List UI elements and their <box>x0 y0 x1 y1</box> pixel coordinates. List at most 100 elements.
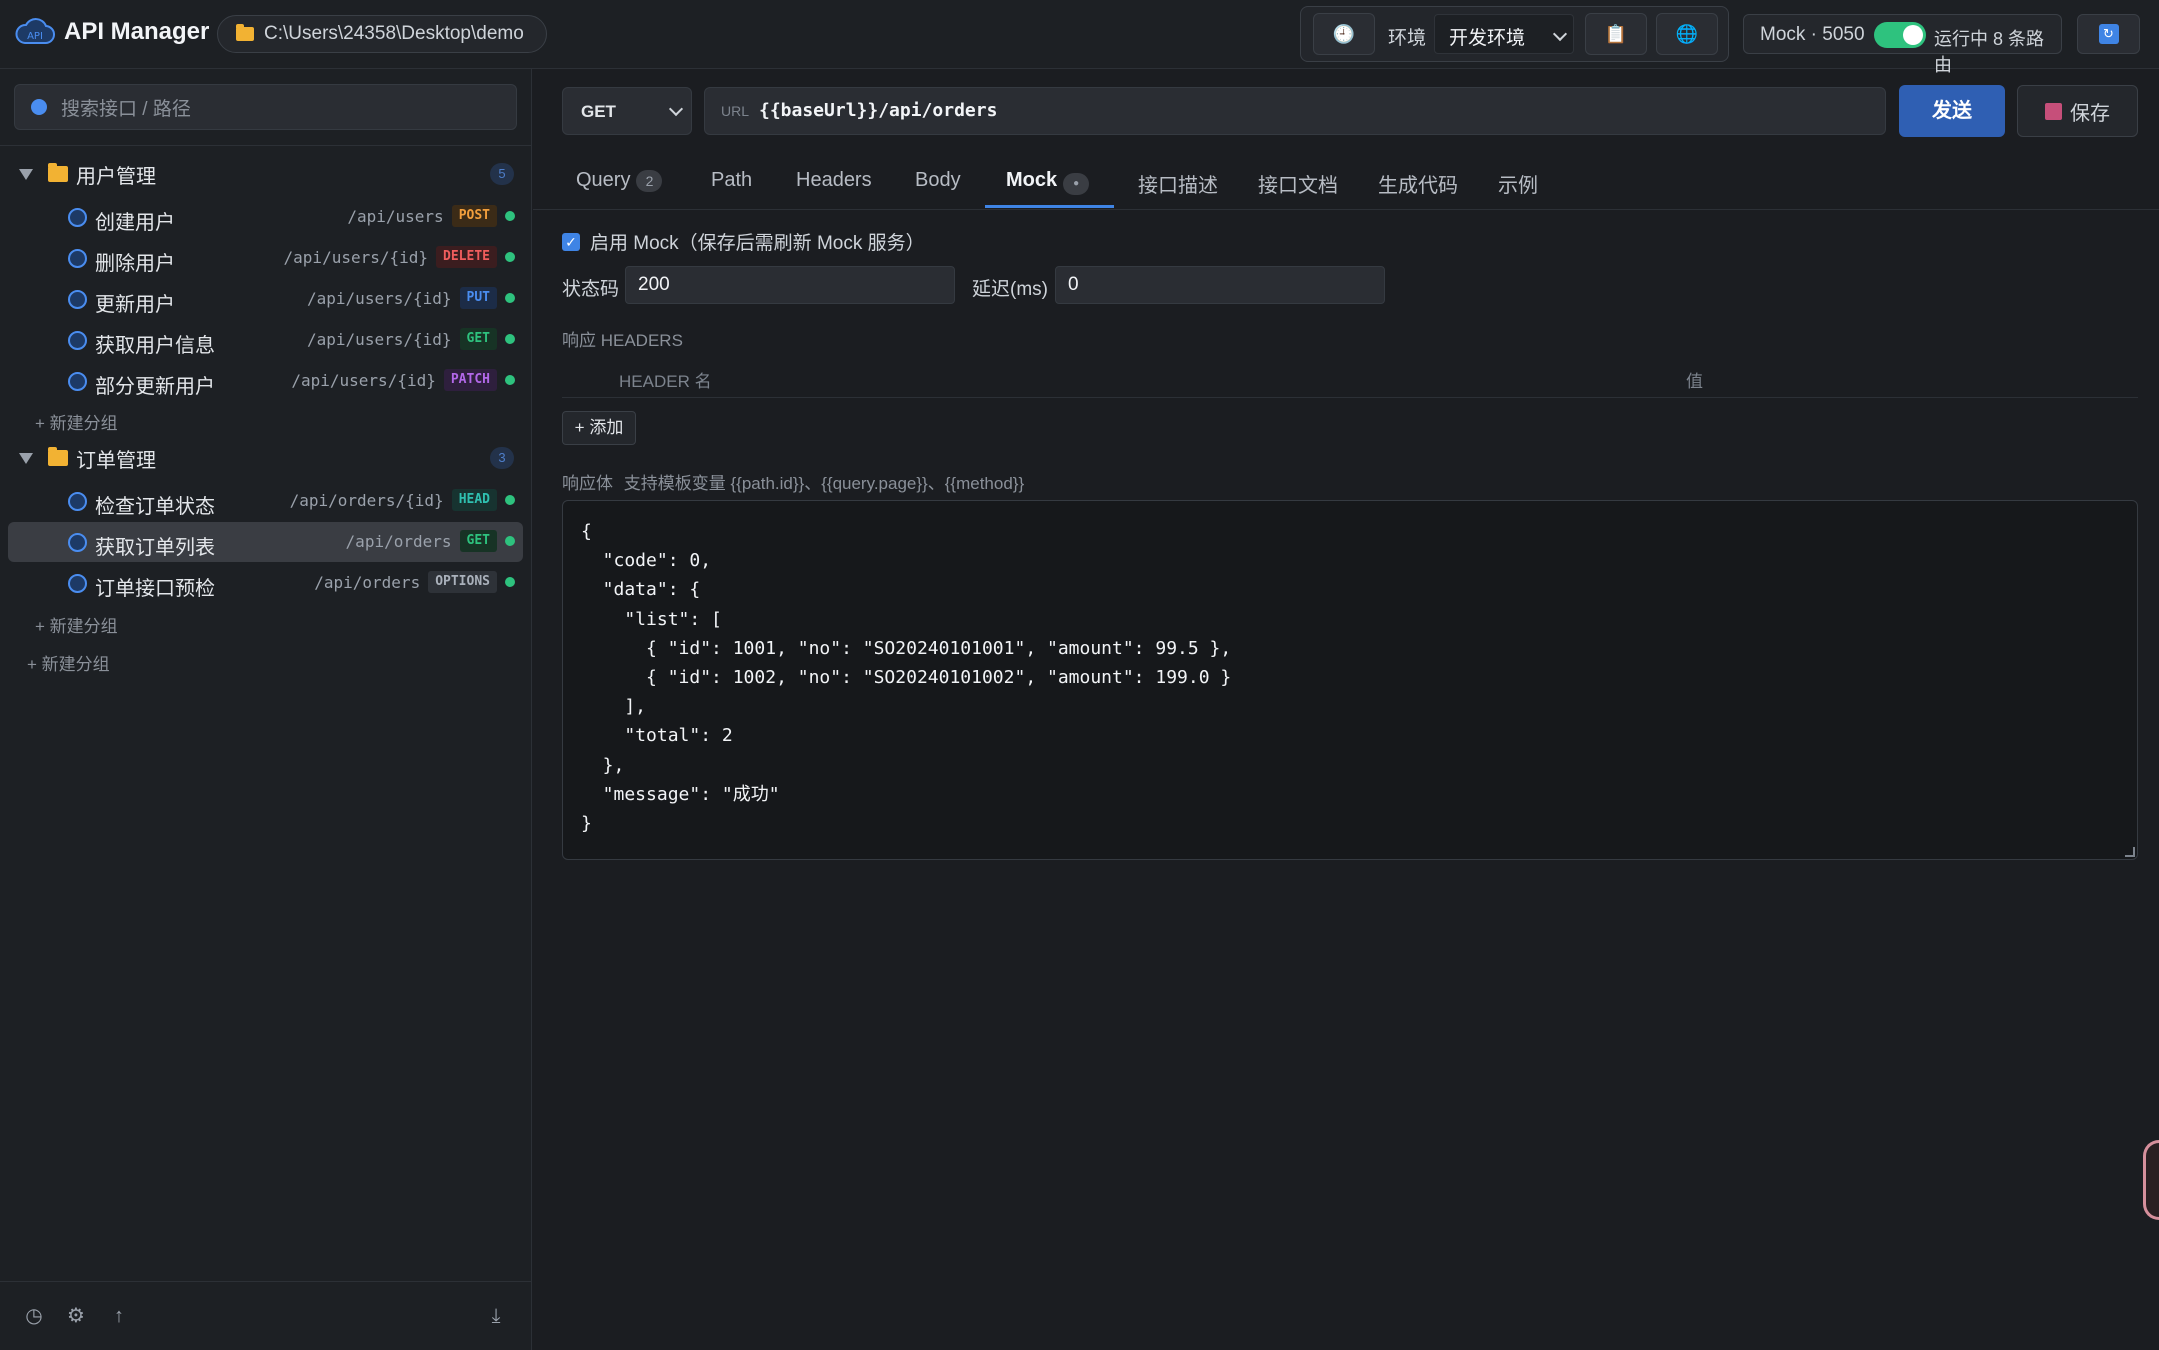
response-body-title: 响应体 支持模板变量 {{path.id}}、{{query.page}}、{{… <box>562 469 1024 494</box>
tab-codegen[interactable]: 生成代码 <box>1378 169 1458 198</box>
tab-body[interactable]: Body <box>915 169 961 192</box>
env-select[interactable]: 开发环境 <box>1434 14 1574 54</box>
endpoint-meta: /api/users/{id} PATCH <box>291 369 515 391</box>
url-input[interactable]: URL {{baseUrl}}/api/orders <box>704 87 1886 135</box>
save-button[interactable]: 保存 <box>2017 85 2138 137</box>
folder-icon <box>236 24 254 41</box>
upload-icon[interactable]: ↑ <box>108 1305 130 1327</box>
status-dot <box>505 334 515 344</box>
globe-icon: 🌐 <box>1675 23 1699 44</box>
template-hint: 支持模板变量 {{path.id}}、{{query.page}}、{{meth… <box>623 474 1025 493</box>
divider <box>0 1281 532 1282</box>
endpoint-item[interactable]: 更新用户/api/users/{id} PUT <box>8 279 523 319</box>
endpoint-path: /api/users/{id} <box>307 329 452 349</box>
new-group-link[interactable]: + 新建分组 <box>35 612 118 637</box>
refresh-button[interactable]: ↻ <box>2077 14 2140 54</box>
endpoint-item[interactable]: 删除用户/api/users/{id} DELETE <box>8 238 523 278</box>
mock-enable-checkbox[interactable]: ✓ <box>562 232 580 251</box>
mock-toggle[interactable] <box>1874 22 1926 48</box>
settings-icon[interactable]: ⚙ <box>65 1305 87 1327</box>
tab-path[interactable]: Path <box>711 169 752 192</box>
top-bar: API API Manager C:\Users\24358\Desktop\d… <box>0 0 2159 75</box>
folder-icon <box>48 447 68 466</box>
endpoint-path: /api/users/{id} <box>291 370 436 390</box>
globe-icon <box>68 492 87 511</box>
endpoint-item[interactable]: 创建用户/api/users POST <box>8 197 523 237</box>
tab-query[interactable]: Query 2 <box>576 169 663 192</box>
history-icon[interactable]: ◷ <box>23 1305 45 1327</box>
search-input[interactable]: 搜索接口 / 路径 <box>14 84 517 130</box>
endpoint-path: /api/orders <box>314 572 421 592</box>
tab-mock[interactable]: Mock ● <box>1006 169 1090 195</box>
mock-server-panel: Mock · 5050 运行中 8 条路由 <box>1743 14 2062 75</box>
method-select[interactable]: GET <box>562 87 692 135</box>
status-code-input[interactable]: 200 <box>625 266 955 304</box>
tab-headers[interactable]: Headers <box>796 169 872 192</box>
tab-docs[interactable]: 接口文档 <box>1258 169 1338 198</box>
endpoint-item[interactable]: 获取订单列表/api/orders GET <box>8 522 523 562</box>
endpoint-path: /api/users/{id} <box>307 288 452 308</box>
send-button[interactable]: 发送 <box>1899 85 2005 137</box>
endpoint-path: /api/orders <box>345 531 452 551</box>
globe-icon <box>68 574 87 593</box>
mock-enable-row[interactable]: ✓ 启用 Mock（保存后需刷新 Mock 服务） <box>562 228 925 255</box>
url-value: {{baseUrl}}/api/orders <box>759 100 998 121</box>
response-body-editor[interactable]: { "code": 0, "data": { "list": [ { "id":… <box>562 500 2138 860</box>
endpoint-path: /api/users/{id} <box>283 247 429 267</box>
app-title: API Manager <box>64 18 210 45</box>
environment-panel: 🕘 环境 开发环境 📋 🌐 <box>1300 6 1729 62</box>
group-name: 用户管理 <box>76 165 156 188</box>
endpoint-item[interactable]: 部分更新用户/api/users/{id} PATCH <box>8 361 523 401</box>
chevron-down-icon <box>668 101 684 117</box>
active-tab-indicator <box>985 205 1114 208</box>
search-icon <box>31 99 47 115</box>
status-dot <box>505 495 515 505</box>
app-logo-icon: API <box>15 18 55 44</box>
sidebar: 搜索接口 / 路径 用户管理 5 创建用户/api/users POST 删除用户 /… <box>0 69 532 1350</box>
endpoint-meta: /api/users/{id} DELETE <box>284 246 515 268</box>
globe-icon <box>68 290 87 309</box>
group-user-management[interactable]: 用户管理 5 <box>0 156 532 192</box>
response-body-code: { "code": 0, "data": { "list": [ { "id":… <box>581 521 1232 835</box>
method-badge: PUT <box>459 287 497 309</box>
new-group-link[interactable]: + 新建分组 <box>35 409 118 434</box>
endpoint-item[interactable]: 订单接口预检/api/orders OPTIONS <box>8 563 523 603</box>
search-placeholder: 搜索接口 / 路径 <box>61 98 191 120</box>
history-button[interactable]: 🕘 <box>1313 13 1375 55</box>
globe-icon <box>68 372 87 391</box>
endpoint-name: 检查订单状态 <box>95 496 215 518</box>
status-dot <box>505 252 515 262</box>
globe-button[interactable]: 🌐 <box>1656 13 1718 55</box>
group-order-management[interactable]: 订单管理 3 <box>0 440 532 476</box>
resize-handle[interactable] <box>2125 847 2135 857</box>
add-header-button[interactable]: + 添加 <box>562 411 636 445</box>
response-body-label: 响应体 <box>562 474 613 493</box>
tab-description[interactable]: 接口描述 <box>1138 169 1218 198</box>
method-badge: POST <box>451 205 497 227</box>
mock-status: 运行中 8 条路由 <box>1934 29 2045 75</box>
endpoint-item[interactable]: 获取用户信息/api/users/{id} GET <box>8 320 523 360</box>
request-tabs: Query 2 Path Headers Body Mock ● 接口描述 接口文档… <box>533 152 2159 210</box>
endpoint-name: 获取订单列表 <box>95 537 215 559</box>
globe-icon <box>68 533 87 552</box>
download-icon[interactable]: ⤓ <box>485 1305 507 1327</box>
tab-examples[interactable]: 示例 <box>1498 169 1538 198</box>
new-root-group-link[interactable]: + 新建分组 <box>27 650 110 675</box>
endpoint-path: /api/orders/{id} <box>289 490 444 510</box>
tab-count-badge: 2 <box>636 170 663 192</box>
svg-text:API: API <box>27 31 43 42</box>
method-badge: HEAD <box>451 489 497 511</box>
clipboard-button[interactable]: 📋 <box>1585 13 1647 55</box>
url-label: URL <box>721 103 750 119</box>
method-value: GET <box>581 102 616 121</box>
save-disk-icon <box>2045 102 2062 120</box>
endpoint-meta: /api/orders GET <box>346 530 515 552</box>
response-headers-table: HEADER 名 值 <box>562 358 2138 398</box>
endpoint-meta: /api/users POST <box>347 205 515 227</box>
header-name-column: HEADER 名 <box>619 372 712 391</box>
endpoint-item[interactable]: 检查订单状态/api/orders/{id} HEAD <box>8 481 523 521</box>
mock-enable-label: 启用 Mock（保存后需刷新 Mock 服务） <box>590 233 925 254</box>
project-path-button[interactable]: C:\Users\24358\Desktop\demo <box>217 15 547 53</box>
delay-input[interactable]: 0 <box>1055 266 1385 304</box>
status-code-label: 状态码 <box>562 279 620 300</box>
